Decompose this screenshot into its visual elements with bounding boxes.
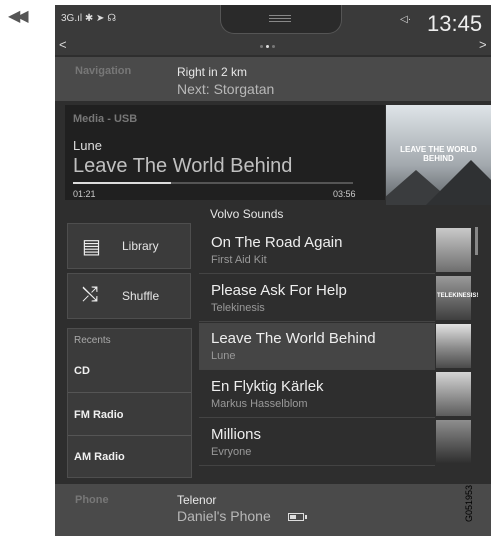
page-dot	[260, 45, 263, 48]
now-playing-artist: Lune	[73, 138, 102, 153]
track-thumbnail	[436, 228, 471, 272]
infotainment-screen: 3G.ıl ✱ ➤ ☊ ◁· 13:45 < > Navigation Righ…	[55, 5, 491, 536]
track-thumbnail	[436, 372, 471, 416]
figure-code: G051953	[464, 485, 474, 522]
track-title: Please Ask For Help	[211, 282, 347, 299]
track-row[interactable]: Millions Evryone	[199, 419, 435, 466]
shuffle-icon: ⤭	[82, 284, 98, 306]
track-row[interactable]: On The Road Again First Aid Kit	[199, 227, 435, 274]
track-title: Millions	[211, 426, 262, 443]
page-dot	[272, 45, 275, 48]
thumbnail-label: TELEKINESIS!	[437, 293, 479, 299]
navigation-section-label: Navigation	[75, 65, 132, 77]
recents-panel: Recents CD FM Radio AM Radio	[67, 328, 192, 478]
chevron-right-icon[interactable]: >	[479, 37, 487, 52]
shuffle-button[interactable]: ⤭ Shuffle	[67, 273, 191, 319]
total-time: 03:56	[333, 189, 356, 199]
library-label: Library	[122, 239, 159, 253]
track-artist: Lune	[211, 350, 236, 362]
navigation-instruction: Right in 2 km	[177, 65, 248, 79]
track-row[interactable]: En Flyktig Kärlek Markus Hasselblom	[199, 371, 435, 418]
now-playing-track: Leave The World Behind	[73, 155, 293, 177]
track-thumbnail	[436, 324, 471, 368]
recent-item-am-radio[interactable]: AM Radio	[74, 451, 125, 463]
volume-icon: ◁·	[400, 14, 412, 25]
chevron-left-icon[interactable]: <	[59, 37, 67, 52]
track-artist: First Aid Kit	[211, 254, 267, 266]
pull-down-handle[interactable]	[220, 5, 342, 34]
page-indicator	[260, 45, 275, 48]
navigation-next-street: Next: Storgatan	[177, 81, 275, 97]
phone-section-label: Phone	[75, 494, 109, 506]
recent-item-cd[interactable]: CD	[74, 365, 90, 377]
phone-carrier: Telenor	[177, 493, 217, 507]
status-bar: 3G.ıl ✱ ➤ ☊ ◁· 13:45 < >	[55, 5, 491, 55]
track-title: On The Road Again	[211, 234, 343, 251]
media-source-label: Media - USB	[73, 113, 138, 125]
library-button[interactable]: ▤ Library	[67, 223, 191, 269]
recents-title: Recents	[74, 335, 111, 346]
track-artist: Markus Hasselblom	[211, 398, 308, 410]
scrollbar[interactable]	[475, 227, 478, 255]
track-title: En Flyktig Kärlek	[211, 378, 324, 395]
clock: 13:45	[427, 11, 483, 36]
track-row[interactable]: Please Ask For Help Telekinesis	[199, 275, 435, 322]
track-thumbnail	[436, 420, 471, 464]
phone-device-name: Daniel's Phone	[177, 508, 271, 524]
track-artist: Telekinesis	[211, 302, 265, 314]
battery-icon	[288, 513, 304, 521]
track-artist: Evryone	[211, 446, 252, 458]
album-art-text: LEAVE THE WORLD BEHIND	[400, 145, 477, 163]
media-tile[interactable]: Media - USB Lune Leave The World Behind …	[65, 105, 385, 200]
elapsed-time: 01:21	[73, 189, 96, 199]
library-icon: ▤	[82, 236, 101, 258]
progress-fill	[73, 182, 171, 184]
track-row[interactable]: Leave The World Behind Lune	[199, 323, 435, 370]
page-dot	[266, 45, 269, 48]
back-arrows-icon: ◀◀	[8, 8, 29, 25]
figure-code-text: G051953	[464, 485, 474, 522]
phone-tile[interactable]: Phone Telenor Daniel's Phone	[55, 484, 491, 536]
track-thumbnail: TELEKINESIS!	[436, 276, 478, 320]
navigation-tile[interactable]: Navigation Right in 2 km Next: Storgatan	[55, 57, 491, 101]
recent-item-fm-radio[interactable]: FM Radio	[74, 409, 124, 421]
list-header: Volvo Sounds	[210, 207, 284, 221]
signal-status-icons: 3G.ıl ✱ ➤ ☊	[61, 13, 117, 24]
shuffle-label: Shuffle	[122, 289, 160, 303]
album-art: LEAVE THE WORLD BEHIND	[386, 105, 491, 205]
track-title: Leave The World Behind	[211, 330, 376, 347]
